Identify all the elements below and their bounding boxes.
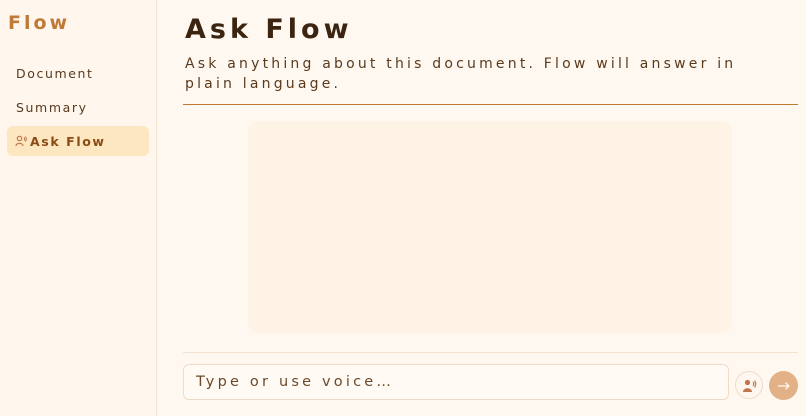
arrow-right-icon	[777, 381, 791, 391]
app-window: Flow Document Summary Ask Flow Ask Flow …	[0, 0, 806, 416]
sidebar-item-label: Ask Flow	[30, 133, 106, 149]
page-subtitle: Ask anything about this document. Flow w…	[185, 56, 737, 92]
sidebar-item-ask-flow[interactable]: Ask Flow	[7, 126, 149, 156]
speaker-person-icon	[15, 135, 27, 147]
header-divider	[183, 104, 798, 105]
sidebar-item-document[interactable]: Document	[7, 58, 149, 88]
sidebar-item-label: Document	[16, 65, 94, 81]
page-title: Ask Flow	[185, 14, 353, 45]
voice-input-button[interactable]	[735, 371, 763, 399]
voice-person-icon	[742, 378, 757, 393]
conversation-area	[248, 121, 732, 333]
composer-divider	[183, 352, 798, 353]
main-panel: Ask Flow Ask anything about this documen…	[157, 0, 806, 416]
sidebar-item-label: Summary	[16, 99, 88, 115]
send-button[interactable]	[769, 371, 798, 400]
sidebar: Flow Document Summary Ask Flow	[0, 0, 157, 416]
app-logo: Flow	[8, 12, 71, 34]
sidebar-item-summary[interactable]: Summary	[7, 92, 149, 122]
message-input[interactable]	[183, 364, 729, 400]
